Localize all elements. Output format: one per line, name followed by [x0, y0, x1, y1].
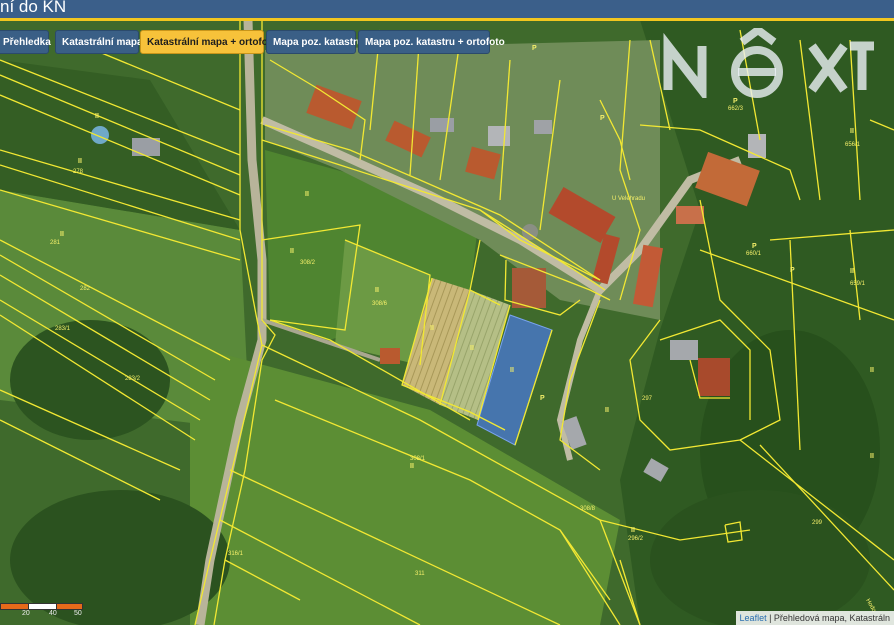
svg-text:308/6: 308/6	[372, 301, 388, 307]
svg-text:U Velehradu: U Velehradu	[612, 196, 645, 202]
svg-text:308/2: 308/2	[300, 260, 316, 266]
building	[676, 206, 704, 224]
svg-text:II: II	[375, 287, 379, 294]
svg-text:299: 299	[812, 520, 823, 526]
svg-text:278: 278	[73, 169, 84, 175]
svg-text:308/1: 308/1	[410, 456, 426, 462]
tab-mapa-poz-katastru[interactable]: Mapa poz. katastru	[266, 30, 363, 54]
svg-text:P: P	[600, 115, 605, 122]
svg-text:II: II	[305, 191, 309, 198]
svg-text:308/8: 308/8	[580, 506, 596, 512]
svg-text:P: P	[532, 45, 537, 52]
svg-text:P: P	[733, 98, 738, 105]
svg-text:P: P	[752, 243, 757, 250]
svg-text:316/1: 316/1	[228, 551, 244, 557]
svg-text:II: II	[870, 367, 874, 374]
svg-text:660/1: 660/1	[746, 251, 762, 257]
map-attribution: Leaflet | Přehledová mapa, Katastráln	[735, 611, 894, 625]
svg-text:P: P	[790, 267, 795, 274]
tab-prehledka[interactable]: Přehledka	[0, 30, 51, 54]
svg-text:283/2: 283/2	[125, 376, 141, 382]
next-logo	[663, 28, 874, 98]
attribution-text: | Přehledová mapa, Katastráln	[766, 613, 890, 623]
svg-text:282: 282	[80, 286, 91, 292]
tab-mapa-poz-katastru-ortofoto[interactable]: Mapa poz. katastru + ortofoto	[358, 30, 505, 54]
scale-label: 50	[74, 610, 82, 617]
scale-label: 40	[49, 610, 57, 617]
tab-katastralni-mapa-ortofoto[interactable]: Katastrální mapa + ortofoto	[140, 30, 277, 54]
svg-text:II: II	[870, 453, 874, 460]
svg-text:II: II	[95, 113, 99, 120]
scale-label: 20	[22, 610, 30, 617]
svg-text:283/1: 283/1	[55, 326, 71, 332]
svg-text:II: II	[78, 158, 82, 165]
building	[512, 268, 546, 308]
svg-text:297: 297	[642, 396, 653, 402]
svg-text:II: II	[290, 248, 294, 255]
leaflet-link[interactable]: Leaflet	[740, 613, 767, 623]
svg-text:656/1: 656/1	[845, 142, 861, 148]
svg-text:II: II	[60, 231, 64, 238]
svg-text:P: P	[540, 395, 545, 402]
scale-bar: 20 40 50	[0, 599, 100, 625]
svg-text:II: II	[850, 128, 854, 135]
svg-text:II: II	[510, 367, 514, 374]
svg-text:II: II	[410, 463, 414, 470]
svg-text:II: II	[631, 527, 635, 534]
svg-text:311: 311	[415, 571, 425, 577]
svg-text:II: II	[430, 325, 434, 332]
svg-text:662/3: 662/3	[728, 106, 744, 112]
svg-text:281: 281	[50, 240, 61, 246]
svg-text:II: II	[470, 345, 474, 352]
svg-text:II: II	[850, 268, 854, 275]
svg-text:II: II	[605, 407, 609, 414]
tab-katastralni-mapa[interactable]: Katastrální mapa	[55, 30, 143, 54]
svg-text:296/2: 296/2	[628, 536, 644, 542]
app-header: ní do KN	[0, 0, 894, 21]
page-title: ní do KN	[0, 0, 67, 16]
building	[380, 348, 400, 364]
svg-text:659/1: 659/1	[850, 281, 866, 287]
building	[698, 358, 730, 396]
